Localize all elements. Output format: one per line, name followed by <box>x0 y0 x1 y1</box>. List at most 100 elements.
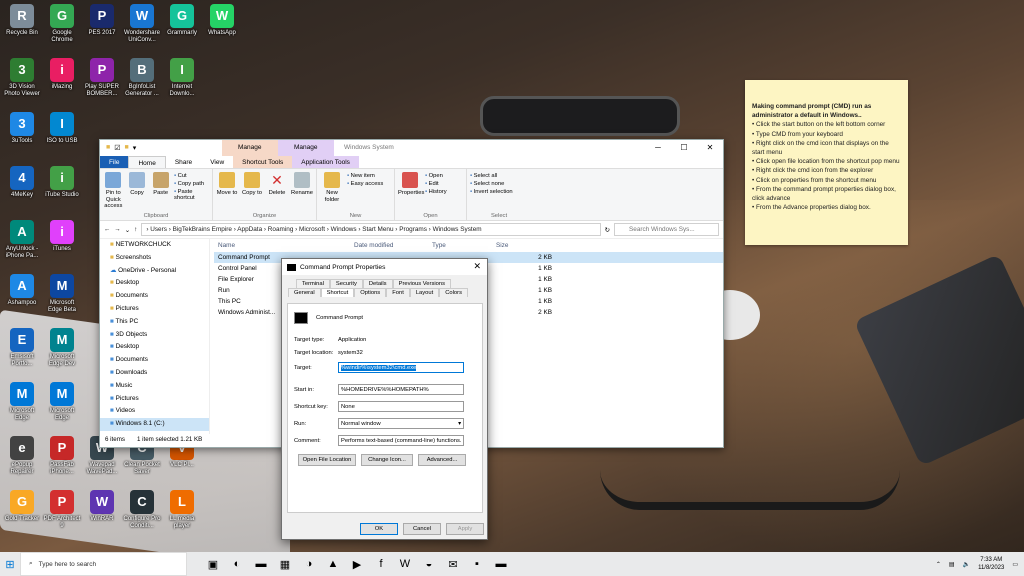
ok-button[interactable]: OK <box>360 523 398 535</box>
forward-icon[interactable]: → <box>114 226 120 233</box>
edit-button[interactable]: Edit <box>425 181 447 187</box>
open-file-location-button[interactable]: Open File Location <box>298 454 356 466</box>
desktop-icon[interactable]: i iMazing <box>42 58 82 91</box>
nav-item[interactable]: Music <box>100 380 209 393</box>
desktop-icon[interactable]: I ISO to USB <box>42 112 82 145</box>
desktop-icon[interactable]: W WinRAR <box>82 490 122 523</box>
tab-share[interactable]: Share <box>166 156 201 168</box>
explorer-title-bar[interactable]: ■ ☑ ■ ▾ Manage Manage Windows System ─ ☐… <box>100 140 723 156</box>
task-view-icon[interactable]: ▣ <box>201 552 225 576</box>
tab-font[interactable]: Font <box>386 288 410 297</box>
desktop-icon[interactable]: A AnyUnlock - iPhone Pa... <box>2 220 42 260</box>
minimize-icon[interactable]: ─ <box>645 140 671 156</box>
desktop-icon[interactable]: W WhatsApp <box>202 4 242 37</box>
chat-icon[interactable]: ✉ <box>441 552 465 576</box>
col-type[interactable]: Type <box>432 239 496 252</box>
cancel-button[interactable]: Cancel <box>403 523 441 535</box>
nav-item[interactable]: Pictures <box>100 393 209 406</box>
ctx-manage-shortcut[interactable]: Manage <box>222 140 278 156</box>
new-item-button[interactable]: New item <box>347 173 383 179</box>
desktop-icon[interactable]: i iTunes <box>42 220 82 253</box>
ctx-manage-application[interactable]: Manage <box>278 140 334 156</box>
quick-access-toolbar[interactable]: ■ ☑ ■ ▾ <box>100 144 136 152</box>
desktop-icon[interactable]: C Configure Pro Conditi... <box>122 490 162 530</box>
desktop-icon[interactable]: E Emsisoft Portfo... <box>2 328 42 368</box>
windows-start-icon[interactable]: ⊞ <box>0 552 20 576</box>
edge-dev-icon[interactable]: ◑ <box>297 552 321 576</box>
edge-icon[interactable]: ◐ <box>225 552 249 576</box>
desktop-icon[interactable]: e ePopup Repairer <box>2 436 42 476</box>
tab-previous-versions[interactable]: Previous Versions <box>392 279 451 288</box>
desktop-icon[interactable]: B BgInfoList Generator ... <box>122 58 162 98</box>
desktop-icon[interactable]: P PES 2017 <box>82 4 122 37</box>
tab-security[interactable]: Security <box>329 279 363 288</box>
tab-shortcut-tools[interactable]: Shortcut Tools <box>233 156 293 168</box>
desktop-icon[interactable]: i iTube Studio <box>42 166 82 199</box>
sticky-notes-icon[interactable]: ▪ <box>465 552 489 576</box>
desktop-icon[interactable]: 3 3uTools <box>2 112 42 145</box>
desktop-icon[interactable]: P PassFab iPhone... <box>42 436 82 476</box>
select-all-button[interactable]: Select all <box>470 173 513 179</box>
nav-item[interactable]: 3D Objects <box>100 329 209 342</box>
nav-item[interactable]: Screenshots <box>100 252 209 265</box>
new-folder-button[interactable]: New folder <box>320 171 344 210</box>
nav-item[interactable]: Desktop <box>100 277 209 290</box>
nav-item[interactable]: OneDrive - Personal <box>100 265 209 278</box>
sticky-note[interactable]: Making command prompt (CMD) run as admin… <box>745 80 908 245</box>
nav-item[interactable]: Downloads <box>100 367 209 380</box>
refresh-icon[interactable]: ↻ <box>605 226 610 234</box>
advanced-button[interactable]: Advanced... <box>418 454 466 466</box>
move-to-button[interactable]: Move to <box>216 171 238 210</box>
run-select[interactable]: Normal window <box>338 418 464 429</box>
desktop-icon[interactable]: I Internet Downlo... <box>162 58 202 98</box>
rename-button[interactable]: Rename <box>291 171 313 210</box>
edge-beta-icon[interactable]: ◒ <box>417 552 441 576</box>
nav-item[interactable]: Documents <box>100 354 209 367</box>
tab-shortcut[interactable]: Shortcut <box>320 288 355 297</box>
change-icon-button[interactable]: Change Icon... <box>361 454 413 466</box>
new-folder-icon[interactable]: ■ <box>125 144 129 152</box>
copy-button[interactable]: Copy <box>127 171 148 210</box>
desktop-icon[interactable]: G Google Chrome <box>42 4 82 44</box>
desktop-icon[interactable]: M Microsoft Edge Dev <box>42 328 82 368</box>
select-none-button[interactable]: Select none <box>470 181 513 187</box>
facebook-icon[interactable]: f <box>369 552 393 576</box>
maximize-icon[interactable]: ☐ <box>671 140 697 156</box>
open-button[interactable]: Open <box>425 173 447 179</box>
calculator-icon[interactable]: ▦ <box>273 552 297 576</box>
close-icon[interactable]: ✕ <box>697 140 723 156</box>
clock[interactable]: 7:33 AM 11/8/2023 <box>978 556 1004 572</box>
up-icon[interactable]: ↑ <box>134 226 137 233</box>
nav-item[interactable]: Desktop <box>100 341 209 354</box>
invert-selection-button[interactable]: Invert selection <box>470 189 513 195</box>
desktop-icon[interactable]: M Microsoft Edge <box>42 382 82 422</box>
desktop-icon[interactable]: L LL media player <box>162 490 202 530</box>
tab-home[interactable]: Home <box>128 156 166 168</box>
target-field[interactable]: %windir%\system32\cmd.exe <box>338 362 464 373</box>
nav-item[interactable]: Windows 8.1 (C:) <box>100 418 209 431</box>
col-size[interactable]: Size <box>496 239 556 252</box>
desktop-icon[interactable]: P Play SUPER BOMBER... <box>82 58 122 98</box>
desktop-icon[interactable]: P PDF Architect 9 <box>42 490 82 530</box>
notification-icon[interactable]: ▭ <box>1012 561 1018 568</box>
properties-dialog[interactable]: Command Prompt Properties ✕ Terminal Sec… <box>281 258 488 540</box>
desktop-icon[interactable]: G Grammarly <box>162 4 202 37</box>
address-bar[interactable]: › Users › BigTekBrains Empire › AppData … <box>141 223 601 236</box>
pin-button[interactable]: Pin to Quick access <box>103 171 124 210</box>
start-in-field[interactable]: %HOMEDRIVE%%HOMEPATH% <box>338 384 464 395</box>
history-button[interactable]: History <box>425 189 447 195</box>
comment-field[interactable]: Performs text-based (command-line) funct… <box>338 435 464 446</box>
chevron-up-icon[interactable]: ⌃ <box>936 561 941 568</box>
volume-icon[interactable]: 🔈 <box>963 561 970 568</box>
desktop-icon[interactable]: M Microsoft Edge Beta <box>42 274 82 314</box>
explorer-active-icon[interactable]: ▬ <box>489 552 513 576</box>
tab-colors[interactable]: Colors <box>439 288 468 297</box>
taskbar-search[interactable]: ⌕ Type here to search <box>20 552 187 576</box>
tab-application-tools[interactable]: Application Tools <box>292 156 359 168</box>
desktop-icon[interactable]: W Wondershare UniConv... <box>122 4 162 44</box>
tab-layout[interactable]: Layout <box>409 288 440 297</box>
apply-button[interactable]: Apply <box>446 523 484 535</box>
search-input[interactable]: Search Windows Sys... <box>614 223 719 236</box>
nav-item[interactable]: Videos <box>100 405 209 418</box>
col-name[interactable]: Name <box>214 239 354 252</box>
